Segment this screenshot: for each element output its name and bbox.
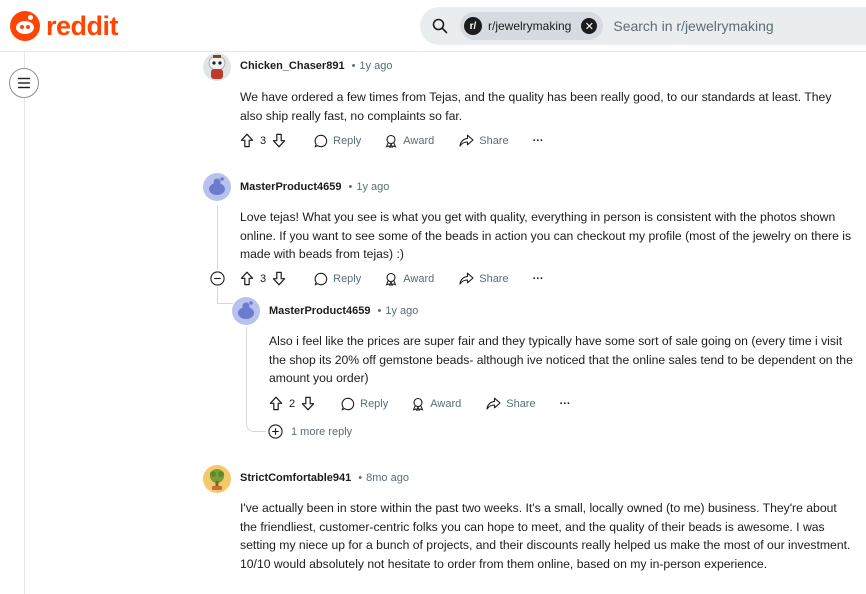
- downvote-arrow-icon[interactable]: [272, 271, 286, 286]
- thread-line[interactable]: [217, 287, 218, 304]
- comment-actions: 3 Reply Award Share ···: [240, 271, 544, 286]
- comment-author[interactable]: StrictComfortable941: [240, 472, 351, 484]
- speech-bubble-icon: [314, 134, 328, 148]
- snoo-logo-icon: [10, 11, 40, 41]
- avatar[interactable]: [203, 53, 231, 81]
- plus-circle-icon: [268, 424, 283, 439]
- search-icon: [420, 18, 460, 34]
- vote-score: 3: [260, 272, 267, 285]
- more-replies-label: 1 more reply: [291, 425, 353, 438]
- community-chip-label: r/jewelrymaking: [488, 19, 572, 33]
- share-button[interactable]: Share: [459, 272, 509, 285]
- left-rail-divider: [24, 52, 25, 594]
- avatar[interactable]: [232, 297, 260, 325]
- vote-score: 2: [289, 397, 296, 410]
- chip-remove-icon[interactable]: ✕: [581, 18, 598, 34]
- search-input[interactable]: [613, 18, 854, 34]
- reddit-logo[interactable]: reddit: [10, 11, 119, 41]
- top-header: reddit r/ r/jewelrymaking ✕: [0, 0, 866, 52]
- share-arrow-icon: [486, 397, 501, 410]
- award-button[interactable]: Award: [384, 134, 434, 148]
- thread-line[interactable]: [246, 327, 247, 423]
- share-arrow-icon: [459, 272, 474, 285]
- comment-author[interactable]: Chicken_Chaser891: [240, 60, 345, 72]
- avatar[interactable]: [203, 465, 231, 493]
- meta-separator: •: [348, 181, 353, 193]
- award-ribbon-icon: [385, 134, 397, 148]
- meta-separator: •: [351, 60, 356, 72]
- more-replies-link[interactable]: 1 more reply: [268, 424, 352, 439]
- upvote-arrow-icon[interactable]: [240, 271, 254, 286]
- comment-actions: 2 Reply Award Share ···: [269, 396, 571, 411]
- speech-bubble-icon: [314, 272, 328, 286]
- thread-line[interactable]: [217, 206, 218, 270]
- comment-timestamp[interactable]: 1y ago: [356, 181, 389, 193]
- thread-branch: [217, 303, 233, 304]
- award-button[interactable]: Award: [411, 397, 461, 411]
- share-arrow-icon: [459, 134, 474, 147]
- logo-wordmark: reddit: [46, 11, 119, 41]
- share-button[interactable]: Share: [486, 397, 536, 410]
- comment-timestamp[interactable]: 1y ago: [385, 305, 418, 317]
- comment-author[interactable]: MasterProduct4659: [269, 305, 371, 317]
- speech-bubble-icon: [341, 397, 355, 411]
- comment-body: Love tejas! What you see is what you get…: [240, 210, 852, 261]
- award-ribbon-icon: [385, 272, 397, 286]
- avatar[interactable]: [203, 173, 231, 201]
- downvote-arrow-icon[interactable]: [301, 396, 315, 411]
- community-avatar-icon: r/: [464, 17, 482, 35]
- hamburger-icon: [18, 77, 30, 89]
- comment-actions: 3 Reply Award Share ···: [240, 133, 544, 148]
- meta-separator: •: [377, 305, 382, 317]
- downvote-arrow-icon[interactable]: [272, 133, 286, 148]
- more-options-button[interactable]: ···: [533, 135, 544, 147]
- minus-circle-icon: [210, 271, 225, 286]
- more-options-button[interactable]: ···: [560, 398, 571, 410]
- comment-timestamp[interactable]: 1y ago: [359, 60, 392, 72]
- reply-button[interactable]: Reply: [341, 397, 388, 411]
- reply-button[interactable]: Reply: [314, 272, 361, 286]
- comment-author[interactable]: MasterProduct4659: [240, 181, 342, 193]
- award-button[interactable]: Award: [384, 272, 434, 286]
- collapse-thread-button[interactable]: [210, 271, 225, 286]
- meta-separator: •: [358, 472, 363, 484]
- award-ribbon-icon: [412, 397, 424, 411]
- thread-branch: [246, 423, 266, 432]
- comment-body: I've actually been in store within the p…: [240, 501, 851, 571]
- comment-body: We have ordered a few times from Tejas, …: [240, 90, 832, 123]
- reply-button[interactable]: Reply: [314, 134, 361, 148]
- comment-timestamp[interactable]: 8mo ago: [366, 472, 409, 484]
- search-bar[interactable]: r/ r/jewelrymaking ✕: [420, 7, 866, 45]
- more-options-button[interactable]: ···: [533, 273, 544, 285]
- menu-toggle-button[interactable]: [9, 68, 39, 98]
- vote-score: 3: [260, 134, 267, 147]
- comment-body: Also i feel like the prices are super fa…: [269, 334, 853, 385]
- upvote-arrow-icon[interactable]: [269, 396, 283, 411]
- share-button[interactable]: Share: [459, 134, 509, 147]
- upvote-arrow-icon[interactable]: [240, 133, 254, 148]
- community-filter-chip[interactable]: r/ r/jewelrymaking ✕: [460, 12, 604, 40]
